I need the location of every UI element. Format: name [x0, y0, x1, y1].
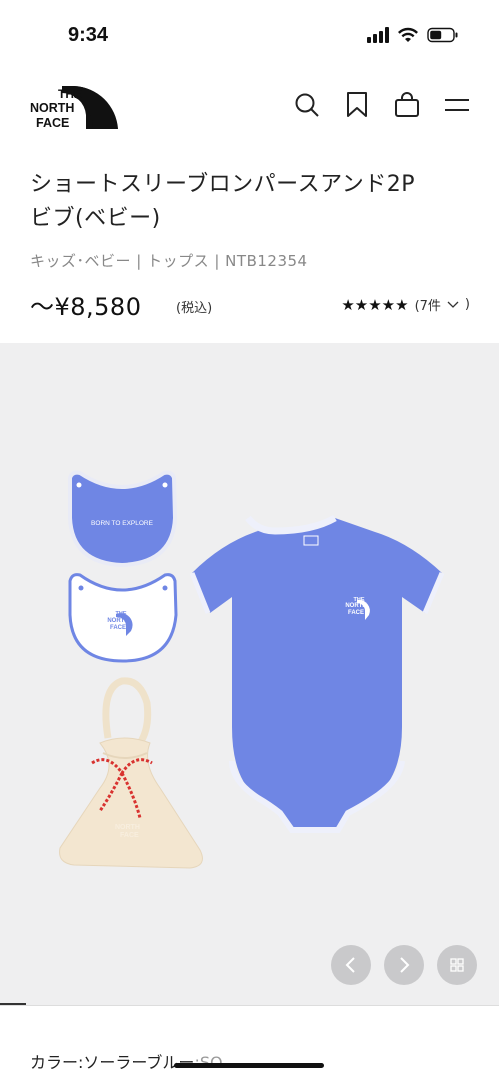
- status-time: 9:34: [68, 24, 109, 46]
- bib-born-to-explore: BORN TO EXPLORE: [68, 470, 178, 568]
- header-icons: [293, 91, 471, 119]
- site-header: THE NORTH FACE: [0, 75, 499, 145]
- product-title: ショートスリーブロンパースアンド2P ビブ(ベビー): [30, 168, 470, 236]
- bodysuit: THE NORTH FACE: [189, 514, 445, 833]
- status-icons: [367, 27, 459, 43]
- svg-text:FACE: FACE: [110, 625, 126, 631]
- the-north-face-logo[interactable]: THE NORTH FACE: [28, 85, 120, 130]
- wifi-icon: [398, 27, 418, 42]
- price-row: 〜¥8,580 (税込) ★★★★★ (7件 ): [30, 287, 470, 323]
- chevron-left-icon: [345, 957, 355, 973]
- svg-text:NORTH: NORTH: [30, 101, 74, 115]
- drawstring-bag: NORTH FACE: [59, 677, 203, 869]
- chevron-right-icon: [400, 957, 410, 973]
- product-title-line2: ビブ(ベビー): [30, 206, 161, 231]
- svg-text:FACE: FACE: [120, 832, 139, 839]
- bookmark-icon[interactable]: [343, 91, 371, 119]
- signal-icon: [367, 27, 389, 43]
- carousel-prev-button[interactable]: [331, 945, 371, 985]
- status-bar: 9:34: [0, 0, 499, 75]
- chevron-down-icon: [447, 301, 459, 308]
- tax-note: (税込): [176, 301, 213, 316]
- product-image-gallery[interactable]: BORN TO EXPLORE THE NORTH FACE NORTH FAC…: [0, 343, 499, 1005]
- svg-text:NORTH: NORTH: [107, 618, 128, 624]
- color-label: カラー:ソーラーブルー:SO: [30, 1049, 223, 1073]
- breadcrumb[interactable]: キッズ･ベビー | トップス | NTB12354: [30, 250, 308, 271]
- product-title-line1: ショートスリーブロンパースアンド2P: [30, 172, 415, 197]
- rating-stars: ★★★★★: [341, 295, 409, 314]
- gallery-grid-button[interactable]: [437, 945, 477, 985]
- menu-icon[interactable]: [443, 91, 471, 119]
- product-image: BORN TO EXPLORE THE NORTH FACE NORTH FAC…: [59, 470, 445, 869]
- rating-link[interactable]: ★★★★★ (7件 ): [341, 295, 470, 315]
- bib-logo: THE NORTH FACE: [68, 573, 178, 663]
- svg-text:THE: THE: [58, 87, 82, 101]
- product-title-block: ショートスリーブロンパースアンド2P ビブ(ベビー): [30, 168, 470, 236]
- home-indicator: [174, 1063, 324, 1068]
- svg-text:FACE: FACE: [36, 116, 69, 130]
- bag-icon[interactable]: [393, 91, 421, 119]
- svg-text:NORTH: NORTH: [345, 603, 366, 609]
- bib-text: BORN TO EXPLORE: [91, 520, 154, 527]
- divider: [0, 1005, 499, 1006]
- grid-icon: [450, 958, 464, 972]
- color-name: カラー:ソーラーブルー: [30, 1053, 195, 1072]
- svg-text:FACE: FACE: [348, 610, 364, 616]
- search-icon[interactable]: [293, 91, 321, 119]
- carousel-next-button[interactable]: [384, 945, 424, 985]
- svg-text:THE: THE: [116, 611, 127, 617]
- battery-icon: [427, 27, 458, 43]
- price: 〜¥8,580: [30, 293, 142, 321]
- review-count: (7件: [414, 299, 441, 314]
- svg-text:NORTH: NORTH: [115, 824, 140, 831]
